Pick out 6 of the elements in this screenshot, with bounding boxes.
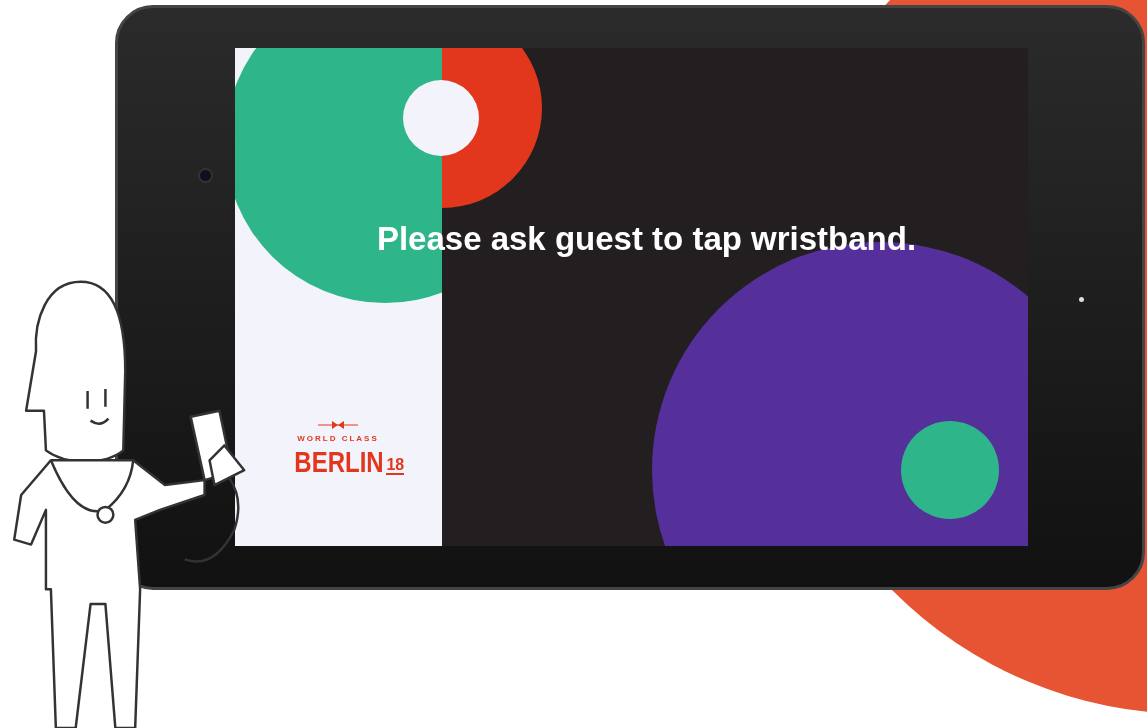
logo-city: BERLIN [294, 447, 384, 477]
logo-tagline: WORLD CLASS [297, 434, 379, 443]
camera-icon [198, 168, 213, 183]
bow-tie-icon [318, 420, 358, 430]
logo-year: 18 [386, 457, 405, 475]
sensor-icon [1079, 297, 1084, 302]
